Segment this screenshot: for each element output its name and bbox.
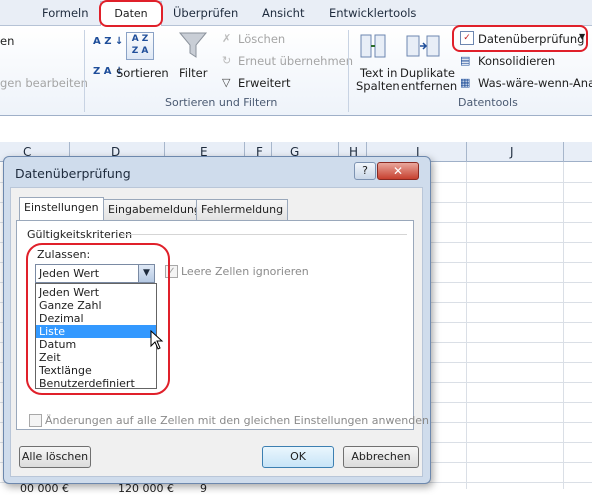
text-in-spalten-line1[interactable]: Text in bbox=[360, 66, 397, 80]
alle-loeschen-button[interactable]: Alle löschen bbox=[19, 446, 91, 468]
dropdown-item-dezimal[interactable]: Dezimal bbox=[36, 312, 156, 325]
dropdown-item-liste[interactable]: Liste bbox=[36, 325, 156, 338]
dropdown-item-zeit[interactable]: Zeit bbox=[36, 351, 156, 364]
dropdown-item-datum[interactable]: Datum bbox=[36, 338, 156, 351]
combobox-value: Jeden Wert bbox=[39, 267, 100, 280]
chevron-down-icon[interactable]: ▼ bbox=[138, 265, 154, 282]
konsolidieren-button[interactable]: Konsolidieren bbox=[478, 54, 555, 68]
ribbon-tab-bar: Formeln Überprüfen Ansicht Entwicklertoo… bbox=[0, 0, 592, 26]
ribbon-left-item-1[interactable]: en bbox=[0, 34, 14, 48]
help-button[interactable]: ? bbox=[354, 162, 376, 180]
aenderungen-label: Änderungen auf alle Zellen mit den gleic… bbox=[45, 414, 429, 427]
reapply-icon: ↻ bbox=[222, 54, 232, 67]
close-button[interactable]: ✕ bbox=[377, 162, 419, 180]
dropdown-item-benutzerdefiniert[interactable]: Benutzerdefiniert bbox=[36, 377, 156, 390]
sort-az-icon[interactable]: A Z ↓ bbox=[93, 37, 123, 47]
duplikate-line1[interactable]: Duplikate bbox=[400, 66, 455, 80]
loeschen-button[interactable]: Löschen bbox=[238, 32, 285, 46]
zulassen-label: Zulassen: bbox=[37, 248, 91, 261]
tab-daten[interactable]: Daten bbox=[100, 1, 162, 26]
clear-filter-icon: ✗ bbox=[222, 32, 232, 45]
tab-formeln[interactable]: Formeln bbox=[42, 6, 89, 20]
column-divider bbox=[466, 142, 467, 162]
tab-eingabemeldung[interactable]: Eingabemeldung bbox=[103, 199, 206, 220]
ribbon-left-item-2[interactable]: gen bearbeiten bbox=[0, 76, 88, 90]
leere-zellen-checkbox[interactable]: ✓ bbox=[165, 265, 178, 278]
dropdown-item-jeden-wert[interactable]: Jeden Wert bbox=[36, 286, 156, 299]
filter-funnel-icon[interactable] bbox=[178, 30, 208, 63]
group-separator bbox=[348, 30, 349, 112]
tab-fehlermeldung[interactable]: Fehlermeldung bbox=[196, 199, 289, 220]
column-header-j[interactable]: J bbox=[510, 145, 514, 159]
column-divider bbox=[563, 142, 564, 162]
aenderungen-checkbox[interactable] bbox=[29, 414, 42, 427]
grid-line bbox=[466, 162, 467, 489]
tab-entwicklertools[interactable]: Entwicklertools bbox=[329, 6, 416, 20]
tab-ansicht[interactable]: Ansicht bbox=[262, 6, 304, 20]
filter-button[interactable]: Filter bbox=[179, 66, 207, 80]
tab-ueberpruefen[interactable]: Überprüfen bbox=[173, 6, 238, 20]
was-waere-wenn-button[interactable]: Was-wäre-wenn-Analy bbox=[478, 76, 592, 90]
zulassen-combobox[interactable]: Jeden Wert bbox=[35, 264, 155, 283]
section-gueltigkeitskriterien: Gültigkeitskriterien bbox=[27, 228, 133, 241]
abbrechen-button[interactable]: Abbrechen bbox=[343, 446, 419, 468]
leere-zellen-label: Leere Zellen ignorieren bbox=[181, 265, 309, 278]
mouse-pointer-icon bbox=[150, 329, 164, 353]
dialog-title: Datenüberprüfung bbox=[15, 166, 131, 181]
group-separator bbox=[84, 30, 85, 112]
duplikate-line2[interactable]: entfernen bbox=[401, 79, 457, 93]
tab-einstellungen[interactable]: Einstellungen bbox=[19, 197, 104, 221]
grid-line bbox=[563, 162, 564, 489]
sort-button[interactable]: Sortieren bbox=[116, 66, 169, 80]
erweitert-button[interactable]: Erweitert bbox=[238, 76, 291, 90]
reapply-button[interactable]: Erneut übernehmen bbox=[238, 54, 353, 68]
section-divider bbox=[122, 234, 407, 235]
remove-duplicates-icon[interactable] bbox=[405, 32, 441, 60]
group-label-sortieren-filtern: Sortieren und Filtern bbox=[165, 96, 278, 109]
datenueberpruefung-button[interactable]: Datenüberprüfung bbox=[478, 32, 584, 46]
text-to-columns-icon[interactable] bbox=[360, 32, 386, 60]
group-label-datentools: Datentools bbox=[458, 96, 518, 109]
what-if-icon: ▦ bbox=[460, 76, 471, 89]
dropdown-item-textlaenge[interactable]: Textlänge bbox=[36, 364, 156, 377]
dropdown-arrow-icon[interactable]: ▼ bbox=[579, 32, 585, 41]
advanced-filter-icon: ▽ bbox=[222, 76, 231, 89]
text-in-spalten-line2[interactable]: Spalten bbox=[356, 79, 400, 93]
zulassen-dropdown-list: Jeden Wert Ganze Zahl Dezimal Liste Datu… bbox=[35, 283, 157, 390]
data-validation-icon: ✓ bbox=[460, 31, 474, 45]
consolidate-icon: ▤ bbox=[460, 54, 471, 67]
ok-button[interactable]: OK bbox=[262, 446, 334, 468]
sort-dialog-icon[interactable]: A ZZ A bbox=[126, 32, 154, 60]
dropdown-item-ganze-zahl[interactable]: Ganze Zahl bbox=[36, 299, 156, 312]
